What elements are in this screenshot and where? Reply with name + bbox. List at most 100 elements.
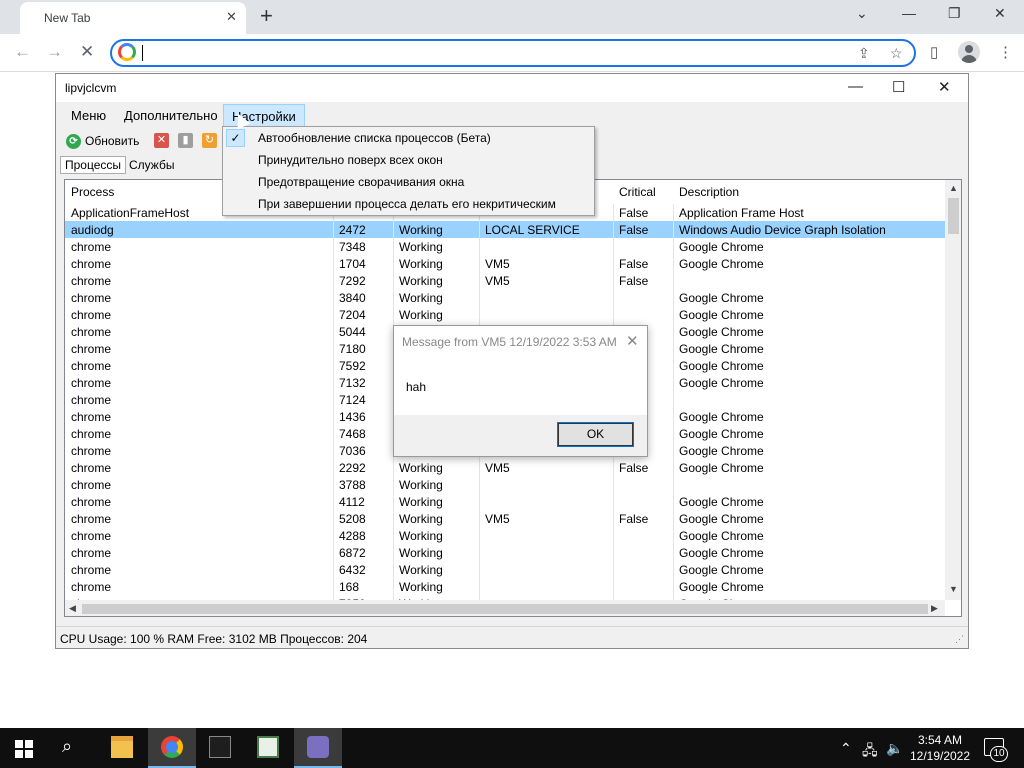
table-row[interactable]: chrome 3840 Working Google Chrome	[65, 289, 945, 306]
table-row[interactable]: chrome 4112 Working Google Chrome	[65, 493, 945, 510]
browser-minimize-button[interactable]: —	[902, 5, 916, 21]
horizontal-scroll-thumb[interactable]	[82, 604, 928, 614]
table-row[interactable]: chrome 3788 Working	[65, 476, 945, 493]
scroll-right-icon[interactable]: ▶	[931, 603, 938, 614]
table-row[interactable]: audiodg 2472 Working LOCAL SERVICE False Wind…	[65, 221, 945, 238]
tab-services[interactable]: Службы	[124, 156, 179, 174]
table-row[interactable]: chrome 5208 Working VM5 False Google Chrome	[65, 510, 945, 527]
suspend-process-icon[interactable]: ▮	[178, 133, 193, 148]
app-close-button[interactable]: ✕	[938, 78, 951, 96]
bookmark-star-icon[interactable]: ☆	[890, 45, 903, 62]
dialog-close-icon[interactable]: ✕	[626, 332, 639, 350]
pid-cell: 1704	[339, 257, 366, 271]
forward-icon[interactable]: →	[46, 42, 63, 62]
share-icon[interactable]: ⇪	[858, 45, 870, 62]
table-row[interactable]: chrome 4288 Working Google Chrome	[65, 527, 945, 544]
table-row[interactable]: chrome 6872 Working Google Chrome	[65, 544, 945, 561]
column-description[interactable]: Description	[679, 185, 739, 199]
table-row[interactable]: chrome 7292 Working VM5 False	[65, 272, 945, 289]
column-separator	[673, 425, 674, 442]
browser-tab-new-tab[interactable]: New Tab ✕	[20, 2, 246, 34]
ok-button[interactable]: OK	[557, 422, 634, 447]
user-cell: VM5	[485, 257, 510, 271]
refresh-button[interactable]: ⟳ Обновить	[66, 132, 139, 150]
column-separator	[673, 442, 674, 459]
tray-chevron-icon[interactable]: ⌃	[840, 740, 852, 757]
browser-toolbar: ← → ✕ ⇪ ☆	[0, 34, 1024, 72]
process-name-cell: chrome	[71, 546, 112, 560]
process-name-cell: chrome	[71, 342, 112, 356]
start-button[interactable]	[0, 728, 48, 768]
settings-menu-item[interactable]: При завершении процесса делать его некри…	[223, 193, 594, 215]
table-row[interactable]: chrome 168 Working Google Chrome	[65, 578, 945, 595]
description-cell: Google Chrome	[679, 580, 764, 594]
scroll-down-icon[interactable]: ▼	[949, 584, 958, 594]
process-name-cell: chrome	[71, 393, 112, 407]
browser-restore-button[interactable]: ❐	[948, 5, 961, 22]
table-row[interactable]: chrome 7204 Working Google Chrome	[65, 306, 945, 323]
vertical-scrollbar[interactable]: ▲ ▼	[945, 180, 961, 600]
tab-close-icon[interactable]: ✕	[226, 9, 237, 25]
tab-search-icon[interactable]: ⌄	[856, 5, 868, 22]
critical-cell: False	[619, 512, 649, 526]
app-maximize-button[interactable]: ☐	[892, 78, 905, 96]
browser-close-button[interactable]: ✕	[994, 5, 1006, 22]
table-row[interactable]: chrome 2292 Working VM5 False Google Chrome	[65, 459, 945, 476]
new-tab-button[interactable]: +	[260, 3, 273, 29]
console-icon	[209, 736, 231, 758]
browser-menu-icon[interactable]: ⋮	[998, 43, 1013, 61]
clock[interactable]: 3:54 AM 12/19/2022	[908, 732, 972, 764]
settings-menu-item[interactable]: ✓ Автообновление списка процессов (Бета)	[223, 127, 594, 149]
column-critical[interactable]: Critical	[619, 185, 656, 199]
process-name-cell: chrome	[71, 308, 112, 322]
network-icon[interactable]: 🖧	[862, 740, 878, 764]
settings-menu-item[interactable]: Принудительно поверх всех окон	[223, 149, 594, 171]
table-row[interactable]: chrome 1704 Working VM5 False Google Chrome	[65, 255, 945, 272]
taskbar-search[interactable]: ⌕	[48, 728, 96, 768]
process-name-cell: chrome	[71, 376, 112, 390]
taskbar-chrome[interactable]	[148, 728, 196, 768]
status-cell: Working	[399, 495, 443, 509]
vertical-scroll-thumb[interactable]	[948, 198, 959, 234]
column-separator	[673, 510, 674, 527]
column-process[interactable]: Process	[71, 185, 114, 199]
column-separator	[673, 408, 674, 425]
column-separator	[673, 578, 674, 595]
volume-icon[interactable]: 🔈	[886, 740, 903, 757]
description-cell: Google Chrome	[679, 291, 764, 305]
scroll-left-icon[interactable]: ◀	[69, 603, 76, 614]
kill-process-icon[interactable]: ✕	[154, 133, 169, 148]
taskbar-app-window[interactable]	[244, 728, 292, 768]
pid-cell: 4112	[339, 495, 365, 509]
description-cell: Google Chrome	[679, 444, 764, 458]
table-row[interactable]: chrome 7348 Working Google Chrome	[65, 238, 945, 255]
table-row[interactable]: chrome 6432 Working Google Chrome	[65, 561, 945, 578]
side-panel-icon[interactable]: ▯	[930, 43, 938, 61]
address-bar[interactable]: ⇪ ☆	[110, 39, 916, 67]
profile-avatar-icon[interactable]	[958, 41, 980, 63]
column-separator	[333, 374, 334, 391]
tab-processes[interactable]: Процессы	[60, 156, 127, 174]
critical-cell: False	[619, 206, 649, 220]
settings-menu-item-label: Автообновление списка процессов (Бета)	[258, 131, 491, 145]
settings-menu-item[interactable]: Предотвращение сворачивания окна	[223, 171, 594, 193]
resize-grip-icon[interactable]: ⋰	[955, 634, 964, 645]
back-icon[interactable]: ←	[14, 42, 31, 62]
column-separator	[673, 289, 674, 306]
user-cell: VM5	[485, 274, 510, 288]
stop-loading-icon[interactable]: ✕	[80, 42, 94, 62]
column-separator	[479, 306, 480, 323]
menu-extra[interactable]: Дополнительно	[124, 108, 218, 123]
taskbar-console[interactable]	[196, 728, 244, 768]
process-name-cell: chrome	[71, 291, 112, 305]
app-minimize-button[interactable]: —	[848, 78, 863, 95]
menu-main[interactable]: Меню	[71, 108, 106, 123]
column-separator	[673, 272, 674, 289]
resume-process-icon[interactable]: ↻	[202, 133, 217, 148]
column-separator	[673, 527, 674, 544]
taskbar-file-explorer[interactable]	[98, 728, 146, 768]
scroll-up-icon[interactable]: ▲	[949, 183, 958, 193]
taskbar-lock-app[interactable]	[294, 728, 342, 768]
horizontal-scrollbar[interactable]: ◀ ▶	[65, 600, 945, 616]
pid-cell: 7132	[339, 376, 366, 390]
